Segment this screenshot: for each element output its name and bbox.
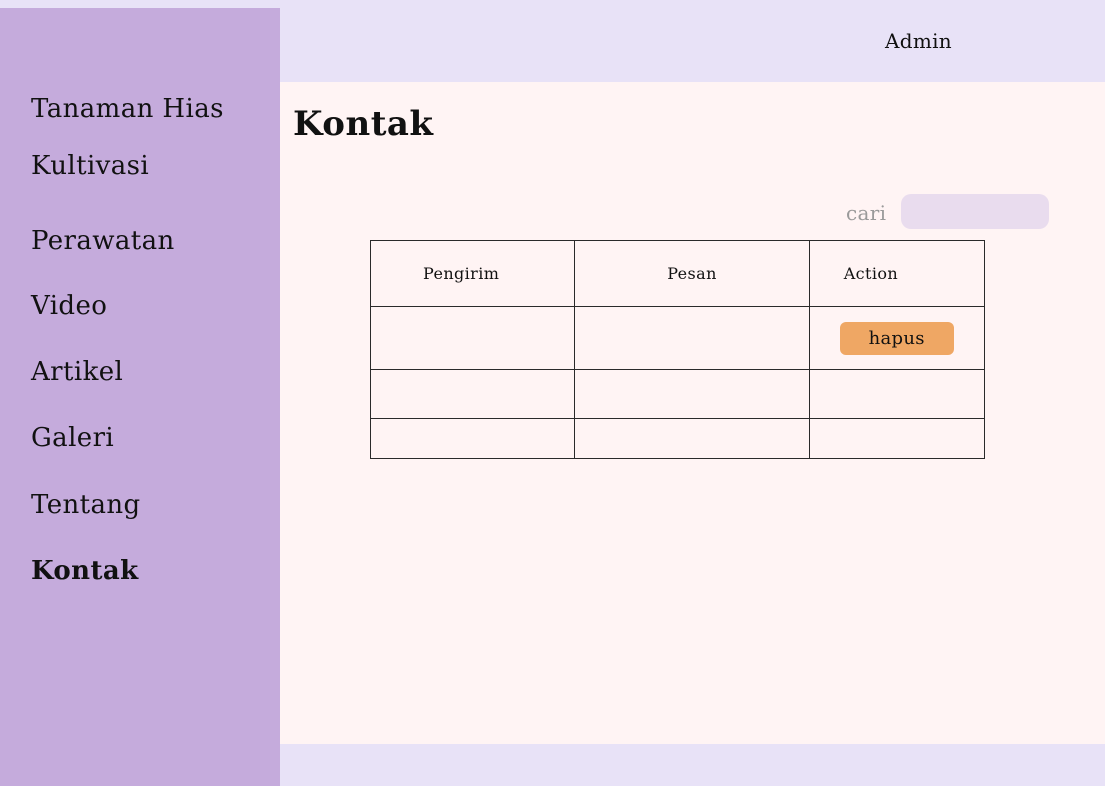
admin-user-label[interactable]: Admin (885, 28, 952, 54)
action-cell (808, 418, 986, 459)
sender-cell (369, 369, 576, 419)
sender-cell (369, 418, 576, 459)
sidebar-item-perawatan[interactable]: Perawatan (31, 226, 175, 256)
sender-cell (369, 306, 576, 370)
contact-table: Pengirim Pesan Action hapus (369, 240, 986, 459)
top-header: Admin (280, 0, 1105, 82)
sidebar-item-video[interactable]: Video (31, 291, 107, 321)
sidebar-item-kultivasi[interactable]: Kultivasi (31, 151, 149, 181)
sidebar-item-kontak[interactable]: Kontak (31, 556, 139, 586)
sidebar: Tanaman Hias Kultivasi Perawatan Video A… (0, 8, 280, 786)
column-header-action: Action (808, 240, 986, 307)
search-label: cari (846, 201, 887, 225)
sidebar-item-artikel[interactable]: Artikel (31, 357, 123, 387)
sidebar-item-galeri[interactable]: Galeri (31, 423, 114, 453)
message-cell (574, 306, 810, 370)
table-row (369, 418, 986, 459)
action-cell (808, 369, 986, 419)
search-input[interactable] (901, 194, 1049, 229)
message-cell (574, 418, 810, 459)
table-header-row: Pengirim Pesan Action (369, 240, 986, 307)
sidebar-item-tanaman-hias[interactable]: Tanaman Hias (31, 94, 224, 124)
sidebar-item-tentang[interactable]: Tentang (31, 490, 141, 520)
table-row (369, 369, 986, 419)
table-row: hapus (369, 306, 986, 370)
column-header-sender: Pengirim (369, 240, 576, 307)
page-title: Kontak (293, 104, 434, 144)
message-cell (574, 369, 810, 419)
action-cell: hapus (808, 306, 986, 370)
delete-button[interactable]: hapus (839, 321, 954, 355)
column-header-message: Pesan (574, 240, 810, 307)
